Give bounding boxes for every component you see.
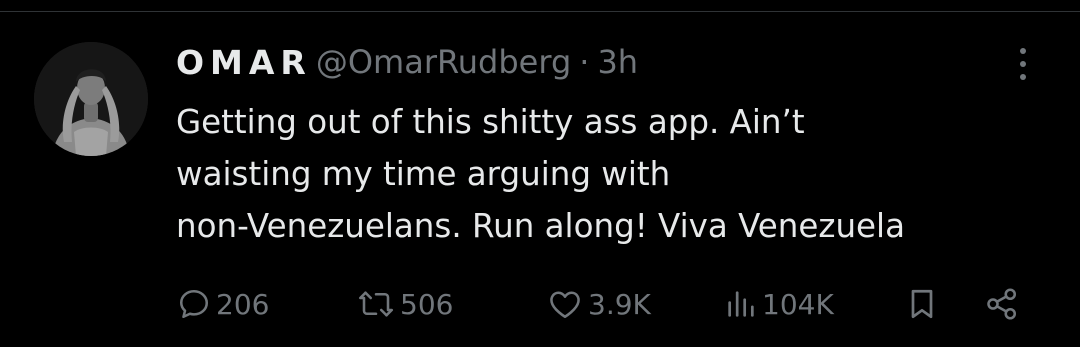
tweet-text-line: waisting my time arguing with [176, 155, 671, 193]
avatar[interactable] [34, 42, 148, 156]
views-icon [728, 291, 754, 317]
views-count: 104K [762, 287, 834, 321]
display-name[interactable]: OMAR [176, 43, 312, 82]
action-bar: 206 506 3.9K 104K [176, 280, 1036, 328]
tweet-text-line: Getting out of this shitty ass app. Ain’… [176, 103, 805, 141]
tweet-text: Getting out of this shitty ass app. Ain’… [176, 96, 1056, 252]
more-dot [1020, 74, 1026, 80]
bookmark-icon [911, 289, 933, 319]
more-dot [1020, 48, 1026, 54]
heart-icon [550, 291, 580, 319]
tweet-header: OMAR @OmarRudberg · 3h [176, 38, 638, 86]
repost-button[interactable]: 506 [356, 280, 453, 328]
profile-photo [34, 42, 148, 156]
timestamp[interactable]: 3h [597, 43, 638, 81]
top-divider [0, 11, 1080, 12]
user-handle[interactable]: @OmarRudberg [316, 43, 571, 81]
reply-icon [179, 289, 209, 319]
repost-icon [358, 291, 394, 317]
more-vertical-icon[interactable] [1008, 44, 1038, 84]
share-button[interactable] [982, 280, 1022, 328]
share-icon [987, 288, 1017, 320]
reply-button[interactable]: 206 [176, 280, 269, 328]
bookmark-button[interactable] [904, 280, 940, 328]
repost-count: 506 [400, 287, 454, 321]
views-button[interactable]: 104K [724, 280, 834, 328]
like-button[interactable]: 3.9K [546, 280, 651, 328]
reply-count: 206 [216, 287, 270, 321]
separator-dot: · [579, 43, 590, 81]
like-count: 3.9K [588, 287, 651, 321]
more-dot [1020, 61, 1026, 67]
tweet-text-line: non-Venezuelans. Run along! Viva Venezue… [176, 207, 905, 245]
